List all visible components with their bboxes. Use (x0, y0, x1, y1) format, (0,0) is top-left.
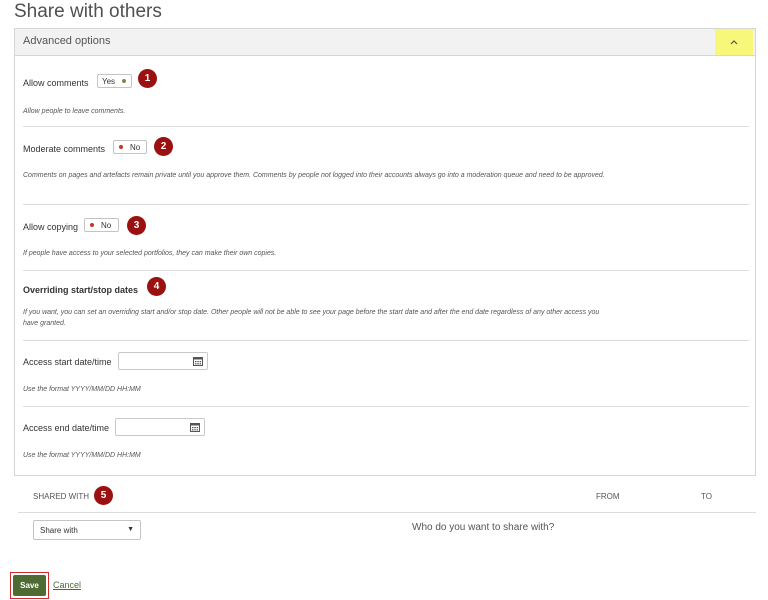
toggle-dot-icon (119, 145, 123, 149)
toggle-dot-icon (90, 223, 94, 227)
allow-copying-description: If people have access to your selected p… (23, 250, 277, 257)
panel-header[interactable]: Advanced options (15, 29, 755, 56)
allow-copying-toggle[interactable]: No (84, 218, 119, 232)
allow-copying-value: No (101, 220, 112, 230)
access-start-label: Access start date/time (23, 357, 112, 367)
overriding-dates-description: If you want, you can set an overriding s… (23, 309, 600, 327)
chevron-up-icon (730, 40, 738, 45)
allow-comments-description: Allow people to leave comments. (23, 108, 126, 115)
allow-comments-label: Allow comments (23, 78, 89, 88)
page-title: Share with others (14, 1, 162, 22)
moderate-comments-description: Comments on pages and artefacts remain p… (23, 172, 605, 179)
save-button[interactable]: Save (13, 575, 46, 596)
divider (23, 340, 749, 341)
access-end-input[interactable] (115, 418, 205, 436)
share-with-select[interactable]: Share with ▼ (33, 520, 141, 540)
divider (23, 270, 749, 271)
moderate-comments-label: Moderate comments (23, 144, 106, 154)
callout-badge-3: 3 (127, 216, 146, 235)
callout-badge-4: 4 (147, 277, 166, 296)
calendar-icon[interactable] (193, 356, 203, 366)
column-header-shared-with: SHARED WITH (33, 492, 89, 501)
caret-down-icon: ▼ (127, 526, 134, 533)
callout-badge-5: 5 (94, 486, 113, 505)
allow-copying-label: Allow copying (23, 222, 79, 232)
toggle-dot-icon (122, 79, 127, 83)
overriding-dates-heading: Overriding start/stop dates (23, 285, 139, 295)
access-start-hint: Use the format YYYY/MM/DD HH:MM (23, 386, 141, 393)
access-start-input[interactable] (118, 352, 208, 370)
divider (23, 406, 749, 407)
collapse-button[interactable] (715, 29, 753, 55)
moderate-comments-toggle[interactable]: No (113, 140, 147, 154)
column-header-from: FROM (596, 492, 620, 501)
column-header-to: TO (701, 492, 712, 501)
callout-badge-1: 1 (138, 69, 157, 88)
share-with-select-value: Share with (40, 526, 78, 535)
divider (23, 204, 749, 205)
share-prompt: Who do you want to share with? (412, 522, 555, 533)
divider (23, 126, 749, 127)
moderate-comments-value: No (130, 142, 141, 152)
calendar-icon[interactable] (190, 422, 200, 432)
cancel-link[interactable]: Cancel (53, 580, 81, 590)
callout-badge-2: 2 (154, 137, 173, 156)
panel-title: Advanced options (23, 35, 111, 47)
access-end-hint: Use the format YYYY/MM/DD HH:MM (23, 452, 141, 459)
advanced-options-panel: Advanced options Allow comments Yes 1 Al… (14, 28, 756, 476)
table-divider (18, 512, 756, 513)
allow-comments-value: Yes (102, 76, 116, 86)
allow-comments-toggle[interactable]: Yes (97, 74, 132, 88)
access-end-label: Access end date/time (23, 423, 110, 433)
